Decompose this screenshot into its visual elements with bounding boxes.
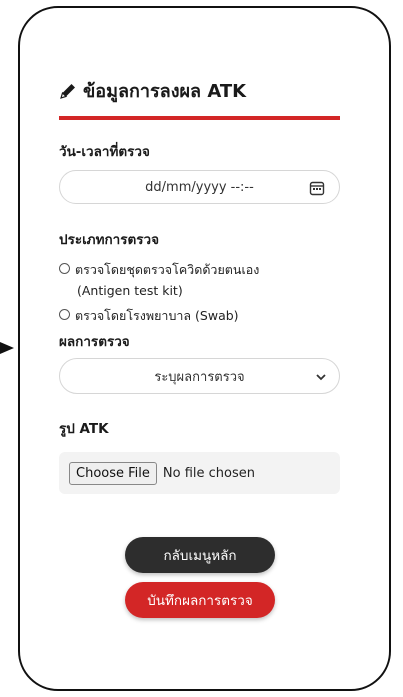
radio-option-label: ตรวจโดยชุดตรวจโควิดด้วยตนเอง xyxy=(75,262,260,277)
file-status-text: No file chosen xyxy=(162,465,255,481)
back-to-menu-button[interactable]: กลับเมนูหลัก xyxy=(125,537,275,573)
file-upload-field[interactable]: Choose File No file chosen xyxy=(59,452,340,494)
pointer-arrow-icon xyxy=(0,342,14,354)
radio-option-self-test[interactable]: ตรวจโดยชุดตรวจโควิดด้วยตนเอง xyxy=(59,260,259,280)
save-result-label: บันทึกผลการตรวจ xyxy=(147,593,253,609)
pencil-icon xyxy=(60,83,75,99)
form-title-text: ข้อมูลการลงผล ATK xyxy=(83,81,247,102)
datetime-placeholder: dd/mm/yyyy --:-- xyxy=(145,179,254,195)
photo-label: รูป ATK xyxy=(59,421,109,437)
result-label: ผลการตรวจ xyxy=(59,334,130,350)
result-select-value: ระบุผลการตรวจ xyxy=(154,369,245,385)
date-label: วัน-เวลาที่ตรวจ xyxy=(59,144,150,160)
back-to-menu-label: กลับเมนูหลัก xyxy=(163,548,237,564)
calendar-icon[interactable] xyxy=(309,180,325,196)
radio-option-hospital[interactable]: ตรวจโดยโรงพยาบาล (Swab) xyxy=(59,306,239,326)
radio-button[interactable] xyxy=(59,309,70,320)
choose-file-button[interactable]: Choose File xyxy=(69,461,157,485)
form-title: ข้อมูลการลงผล ATK xyxy=(59,76,246,105)
radio-option-label: ตรวจโดยโรงพยาบาล (Swab) xyxy=(75,308,239,323)
radio-option-sublabel: (Antigen test kit) xyxy=(77,283,183,298)
title-underline xyxy=(59,116,340,120)
radio-button[interactable] xyxy=(59,263,70,274)
chevron-down-icon xyxy=(316,374,326,381)
result-select[interactable]: ระบุผลการตรวจ xyxy=(59,358,340,394)
test-type-label: ประเภทการตรวจ xyxy=(59,232,159,248)
atk-form-card: ข้อมูลการลงผล ATK วัน-เวลาที่ตรวจ dd/mm/… xyxy=(40,50,358,644)
save-result-button[interactable]: บันทึกผลการตรวจ xyxy=(125,582,275,618)
datetime-input[interactable]: dd/mm/yyyy --:-- xyxy=(59,170,340,204)
